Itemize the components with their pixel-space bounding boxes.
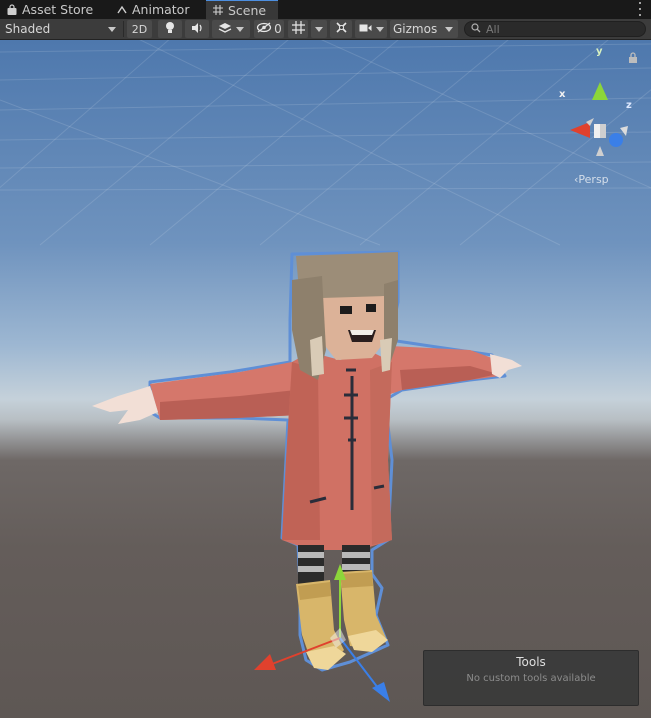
audio-toggle-button[interactable] [185,20,209,38]
gizmo-y-label: y [596,46,603,57]
more-options-icon[interactable] [637,2,643,16]
lock-icon[interactable] [628,52,638,66]
tab-scene[interactable]: Scene [206,0,278,19]
chevron-down-icon [315,26,323,32]
scene-search [464,21,646,37]
tools-toggle-button[interactable] [330,20,352,38]
camera-icon [359,22,372,36]
chevron-down-icon [108,26,116,32]
window-tab-bar: Asset Store Animator Scene [0,0,651,19]
hidden-eye-icon [256,22,272,36]
draw-mode-label: Shaded [5,22,51,36]
draw-mode-dropdown[interactable]: Shaded [0,20,121,38]
tab-label: Asset Store [22,2,94,17]
crossed-tools-icon [335,21,348,37]
camera-dropdown[interactable] [355,20,387,38]
grid-toggle-button[interactable] [288,20,308,38]
effects-layers-icon [218,22,232,37]
orientation-gizmo[interactable] [570,82,628,156]
toggle-2d-button[interactable]: 2D [127,20,152,38]
scene-visibility-button[interactable]: 0 [254,20,284,38]
lightbulb-icon [164,21,176,37]
tools-overlay-panel: Tools No custom tools available [423,650,639,706]
gizmo-z-label: z [626,100,632,111]
lighting-toggle-button[interactable] [158,20,182,38]
chevron-down-icon [236,26,244,32]
tab-asset-store[interactable]: Asset Store [0,0,100,19]
tools-panel-message: No custom tools available [466,673,596,684]
grid-options-dropdown[interactable] [311,20,327,38]
effects-dropdown[interactable] [212,20,250,38]
speaker-icon [191,22,204,37]
hidden-count: 0 [274,22,282,36]
toolbar-divider [123,21,124,37]
tab-label: Animator [132,2,190,17]
scene-viewport[interactable]: y x z ‹Persp [0,40,651,718]
projection-toggle[interactable]: ‹Persp [574,173,609,186]
scene-grid-lines [0,40,651,246]
scene-render [0,40,651,702]
scene-toolbar: Shaded 2D 0 Gizmos All [0,19,651,40]
gizmos-label: Gizmos [393,22,438,36]
search-icon [471,22,481,36]
chevron-down-icon [445,26,453,32]
projection-label: Persp [578,173,609,186]
tab-animator[interactable]: Animator [110,0,202,19]
shopping-bag-icon [6,3,18,16]
tab-label: Scene [228,2,267,18]
grid-icon [291,21,305,37]
gizmos-dropdown[interactable]: Gizmos [390,20,458,38]
scene-grid-icon [212,4,224,16]
animator-icon [116,4,128,16]
tools-panel-title: Tools [516,655,546,669]
chevron-down-icon [375,26,384,32]
gizmo-x-label: x [559,89,566,100]
search-input[interactable] [486,22,626,36]
character-model[interactable] [92,250,522,672]
toggle-2d-label: 2D [131,22,148,36]
